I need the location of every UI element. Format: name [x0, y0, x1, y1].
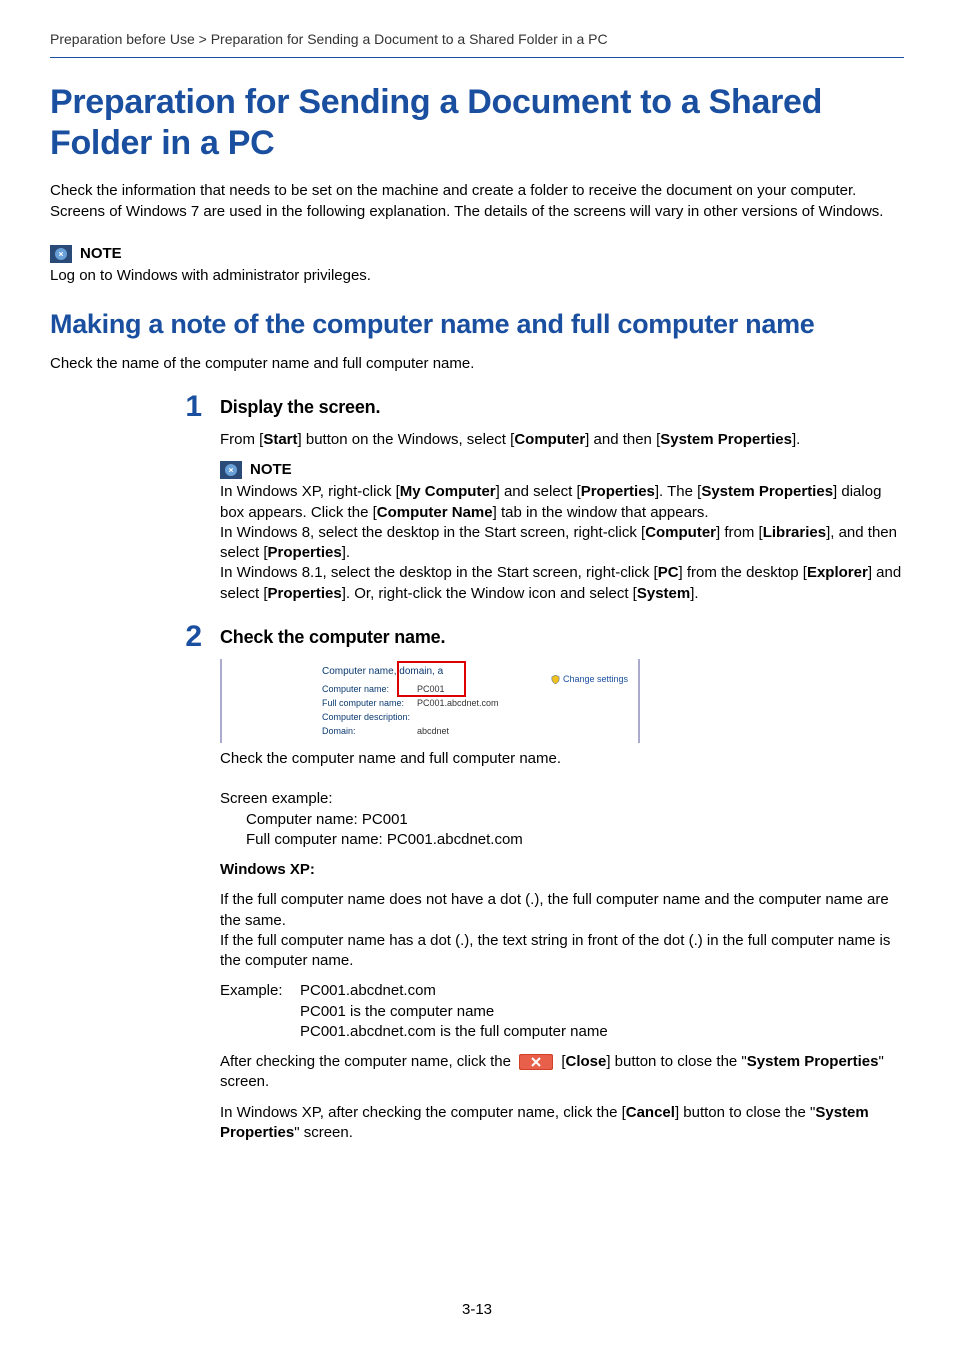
section-intro: Check the name of the computer name and … [50, 354, 904, 374]
note-icon [220, 461, 242, 479]
change-settings-link[interactable]: Change settings [551, 673, 628, 685]
xp-paragraph-1: If the full computer name does not have … [220, 890, 904, 931]
step-1-instruction: From [Start] button on the Windows, sele… [220, 430, 904, 450]
section-title: Making a note of the computer name and f… [50, 308, 904, 342]
note-label: NOTE [250, 460, 292, 480]
note-body: Log on to Windows with administrator pri… [50, 266, 904, 286]
intro-paragraph: Check the information that needs to be s… [50, 181, 904, 222]
page-title: Preparation for Sending a Document to a … [50, 82, 904, 164]
close-button-icon [519, 1054, 553, 1070]
step-2: 2 Check the computer name. Computer name… [50, 622, 904, 1153]
step-1: 1 Display the screen. From [Start] butto… [50, 392, 904, 603]
system-properties-screenshot: Computer name, domain, a Computer name:P… [220, 659, 640, 743]
example-line-2: PC001 is the computer name [300, 1002, 608, 1022]
example-label: Example: [220, 981, 288, 1042]
windows-xp-label: Windows XP: [220, 860, 904, 880]
step-1-title: Display the screen. [220, 395, 904, 419]
example-line-1: PC001.abcdnet.com [300, 981, 608, 1001]
note-header: NOTE [50, 244, 904, 264]
example-line-3: PC001.abcdnet.com is the full computer n… [300, 1022, 608, 1042]
example-block: Example: PC001.abcdnet.com PC001 is the … [220, 981, 904, 1042]
screen-example-line-1: Computer name: PC001 [246, 810, 904, 830]
close-instruction: After checking the computer name, click … [220, 1052, 904, 1093]
shield-icon [551, 675, 560, 684]
step-2-after-ss: Check the computer name and full compute… [220, 749, 904, 769]
screen-example-line-2: Full computer name: PC001.abcdnet.com [246, 830, 904, 850]
step-1-note-header: NOTE [220, 460, 904, 480]
xp-paragraph-2: If the full computer name has a dot (.),… [220, 931, 904, 972]
step-1-note-body: In Windows XP, right-click [My Computer]… [220, 482, 904, 604]
step-2-number: 2 [185, 620, 202, 653]
screen-example-label: Screen example: [220, 789, 904, 809]
step-1-number: 1 [185, 390, 202, 423]
page-number: 3-13 [0, 1300, 954, 1320]
step-2-title: Check the computer name. [220, 625, 904, 649]
note-label: NOTE [80, 244, 122, 264]
note-icon [50, 245, 72, 263]
xp-close-instruction: In Windows XP, after checking the comput… [220, 1103, 904, 1144]
breadcrumb: Preparation before Use > Preparation for… [50, 30, 904, 58]
